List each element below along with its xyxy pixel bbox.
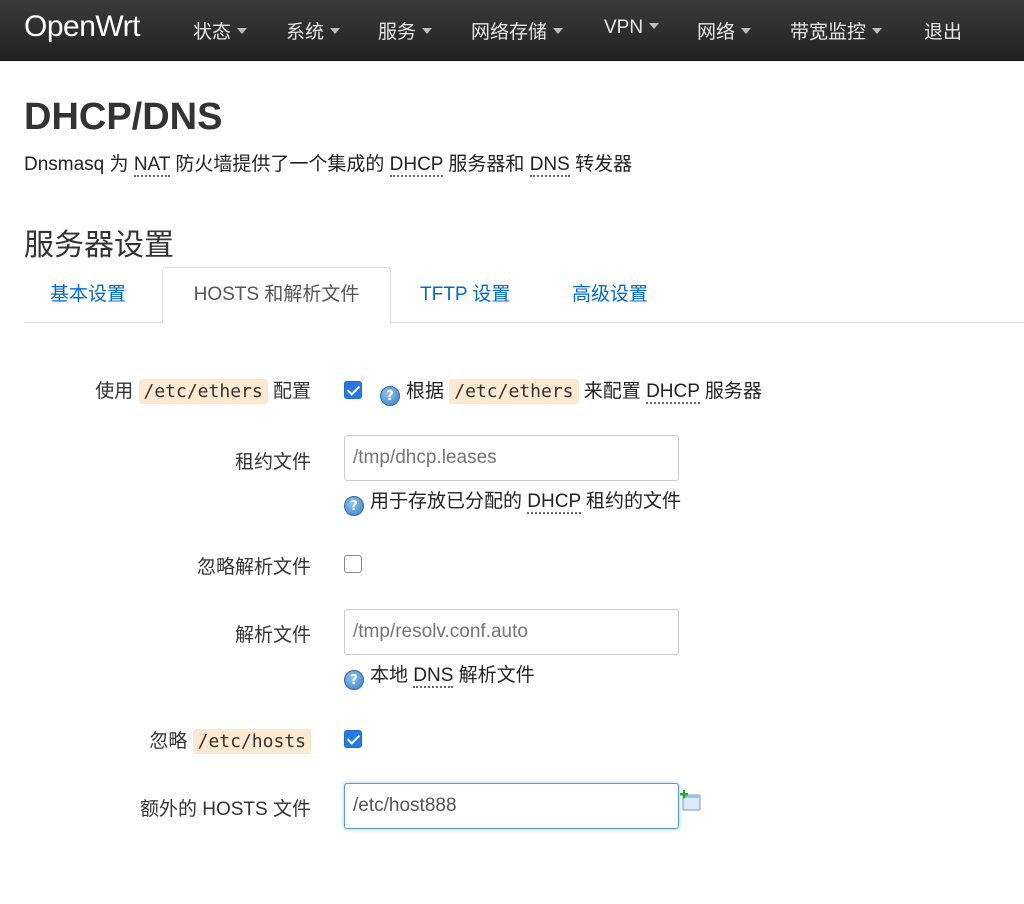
abbr-nat: NAT bbox=[133, 154, 171, 177]
tab-advanced-settings[interactable]: 高级设置 bbox=[572, 268, 648, 322]
add-entry-icon[interactable] bbox=[680, 790, 702, 812]
chevron-down-icon bbox=[649, 22, 660, 29]
help-circle-icon: ? bbox=[344, 670, 364, 690]
chevron-down-icon bbox=[553, 27, 564, 34]
resolvfile-input[interactable] bbox=[344, 609, 679, 655]
addnhosts-input[interactable] bbox=[344, 783, 679, 829]
tab-tftp-settings[interactable]: TFTP 设置 bbox=[420, 268, 510, 322]
help-text: 本地 bbox=[370, 665, 414, 686]
nav-item-services[interactable]: 服务 bbox=[378, 17, 433, 44]
ethers-checkbox[interactable] bbox=[344, 381, 362, 399]
label-text: 忽略 bbox=[149, 731, 193, 752]
code-path: /etc/hosts bbox=[192, 729, 311, 754]
help-text: 解析文件 bbox=[453, 665, 535, 686]
leasefile-help: ? 用于存放已分配的 DHCP 租约的文件 bbox=[344, 486, 681, 516]
help-text: 租约的文件 bbox=[580, 491, 682, 512]
page-title: DHCP/DNS bbox=[24, 96, 223, 138]
nav-item-label: 服务 bbox=[378, 22, 417, 43]
desc-text: 防火墙提供了一个集成的 bbox=[170, 154, 390, 175]
label-text: 配置 bbox=[267, 381, 311, 402]
section-title: 服务器设置 bbox=[24, 229, 174, 262]
chevron-down-icon bbox=[872, 27, 883, 34]
nav-item-label: 状态 bbox=[193, 22, 232, 43]
help-text: 来配置 bbox=[578, 381, 647, 402]
desc-text: Dnsmasq 为 bbox=[24, 154, 134, 175]
desc-text: 服务器和 bbox=[443, 154, 530, 175]
noresolv-checkbox[interactable] bbox=[344, 555, 362, 573]
nav-item-label: 网络存储 bbox=[471, 22, 548, 43]
label-text: 使用 bbox=[95, 381, 139, 402]
chevron-down-icon bbox=[741, 27, 752, 34]
tab-basic-settings[interactable]: 基本设置 bbox=[50, 268, 126, 322]
abbr-dns: DNS bbox=[413, 665, 454, 688]
resolvfile-label: 解析文件 bbox=[234, 625, 311, 646]
desc-text: 转发器 bbox=[569, 154, 633, 175]
chevron-down-icon bbox=[422, 27, 433, 34]
nav-item-status[interactable]: 状态 bbox=[193, 17, 248, 44]
nav-item-bandwidth[interactable]: 带宽监控 bbox=[790, 17, 883, 44]
code-path: /etc/ethers bbox=[449, 379, 579, 404]
nav-item-label: VPN bbox=[604, 17, 644, 38]
abbr-dhcp: DHCP bbox=[527, 491, 581, 514]
tab-hosts-resolv[interactable]: HOSTS 和解析文件 bbox=[162, 267, 391, 324]
help-text: 根据 bbox=[406, 381, 450, 402]
nav-item-vpn[interactable]: VPN bbox=[604, 17, 660, 39]
nav-item-label: 系统 bbox=[286, 22, 325, 43]
nav-item-network[interactable]: 网络 bbox=[697, 17, 752, 44]
resolvfile-help: ? 本地 DNS 解析文件 bbox=[344, 660, 535, 690]
abbr-dhcp: DHCP bbox=[646, 381, 700, 404]
help-text: 用于存放已分配的 bbox=[370, 491, 528, 512]
nav-item-system[interactable]: 系统 bbox=[286, 17, 341, 44]
help-circle-icon: ? bbox=[380, 386, 400, 406]
chevron-down-icon bbox=[330, 27, 341, 34]
chevron-down-icon bbox=[237, 27, 248, 34]
top-navbar: OpenWrt 状态 系统 服务 网络存储 VPN 网络 带宽监控 退出 bbox=[0, 0, 1024, 61]
nav-item-logout[interactable]: 退出 bbox=[924, 17, 962, 44]
nohosts-label: 忽略 /etc/hosts bbox=[149, 726, 311, 754]
help-text: 服务器 bbox=[699, 381, 762, 402]
noresolv-label: 忽略解析文件 bbox=[196, 557, 311, 578]
nav-item-label: 网络 bbox=[697, 22, 736, 43]
help-circle-icon: ? bbox=[344, 496, 364, 516]
ethers-help: ? 根据 /etc/ethers 来配置 DHCP 服务器 bbox=[380, 376, 762, 406]
abbr-dhcp: DHCP bbox=[389, 154, 444, 177]
code-path: /etc/ethers bbox=[138, 379, 268, 404]
nav-item-nas[interactable]: 网络存储 bbox=[471, 17, 564, 44]
nav-item-label: 退出 bbox=[924, 22, 963, 43]
abbr-dns: DNS bbox=[529, 154, 570, 177]
brand-logo[interactable]: OpenWrt bbox=[24, 10, 141, 44]
ethers-label: 使用 /etc/ethers 配置 bbox=[95, 376, 311, 404]
nav-item-label: 带宽监控 bbox=[790, 22, 867, 43]
addnhosts-label: 额外的 HOSTS 文件 bbox=[139, 799, 311, 820]
nohosts-checkbox[interactable] bbox=[344, 730, 362, 748]
leasefile-label: 租约文件 bbox=[234, 452, 311, 473]
page-description: Dnsmasq 为 NAT 防火墙提供了一个集成的 DHCP 服务器和 DNS … bbox=[24, 149, 633, 177]
leasefile-input[interactable] bbox=[344, 435, 679, 481]
